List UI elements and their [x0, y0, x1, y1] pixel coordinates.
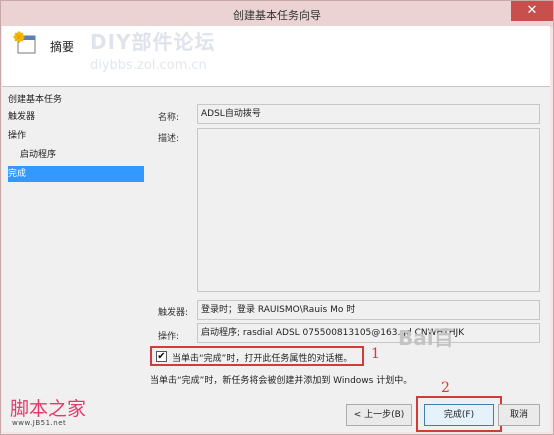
site-watermark-logo: 脚本之家	[10, 398, 87, 420]
back-button[interactable]: < 上一步(B)	[346, 404, 412, 426]
title-bar[interactable]: 创建基本任务向导 ✕	[1, 1, 553, 27]
open-properties-checkbox[interactable]: ✔	[156, 351, 167, 362]
name-field[interactable]: ADSL自动拨号	[197, 104, 540, 124]
annotation-marker-2: 2	[441, 380, 450, 396]
nav-item-start-program[interactable]: 启动程序	[20, 147, 56, 163]
action-label: 操作:	[158, 332, 180, 342]
annotation-marker-1: 1	[371, 346, 380, 362]
wizard-header: 摘要 DIY部件论坛 diybbs.zol.com.cn	[2, 26, 550, 86]
open-properties-option-highlight: ✔ 当单击“完成”时，打开此任务属性的对话框。	[150, 346, 364, 366]
site-watermark-url: www.JB51.net	[12, 419, 67, 427]
nav-item-finish[interactable]: 完成	[8, 166, 144, 182]
nav-item-trigger[interactable]: 触发器	[8, 109, 35, 125]
window-title: 创建基本任务向导	[233, 9, 321, 22]
cancel-button[interactable]: 取消	[498, 404, 540, 426]
nav-item-create-basic-task[interactable]: 创建基本任务	[8, 92, 62, 108]
trigger-field: 登录时；登录 RAUISMO\Rauis Mo 时	[197, 300, 540, 320]
baidu-watermark: Bai百	[398, 326, 454, 350]
trigger-label: 触发器:	[158, 308, 189, 318]
finish-info-text: 当单击“完成”时，新任务将会被创建并添加到 Windows 计划中。	[150, 376, 413, 386]
name-label: 名称:	[158, 113, 180, 123]
action-field: 启动程序; rasdial ADSL 075500813105@163.gd C…	[197, 323, 540, 343]
task-wizard-icon	[13, 31, 36, 54]
finish-button[interactable]: 完成(F)	[424, 404, 494, 426]
description-label: 描述:	[158, 134, 180, 144]
nav-item-action[interactable]: 操作	[8, 128, 26, 144]
open-properties-checkbox-label[interactable]: 当单击“完成”时，打开此任务属性的对话框。	[172, 351, 352, 364]
watermark-forum-name: DIY部件论坛	[90, 30, 216, 54]
close-button[interactable]: ✕	[511, 1, 553, 21]
description-field[interactable]	[197, 128, 540, 292]
page-title: 摘要	[50, 40, 75, 54]
watermark-forum-url: diybbs.zol.com.cn	[90, 58, 207, 73]
